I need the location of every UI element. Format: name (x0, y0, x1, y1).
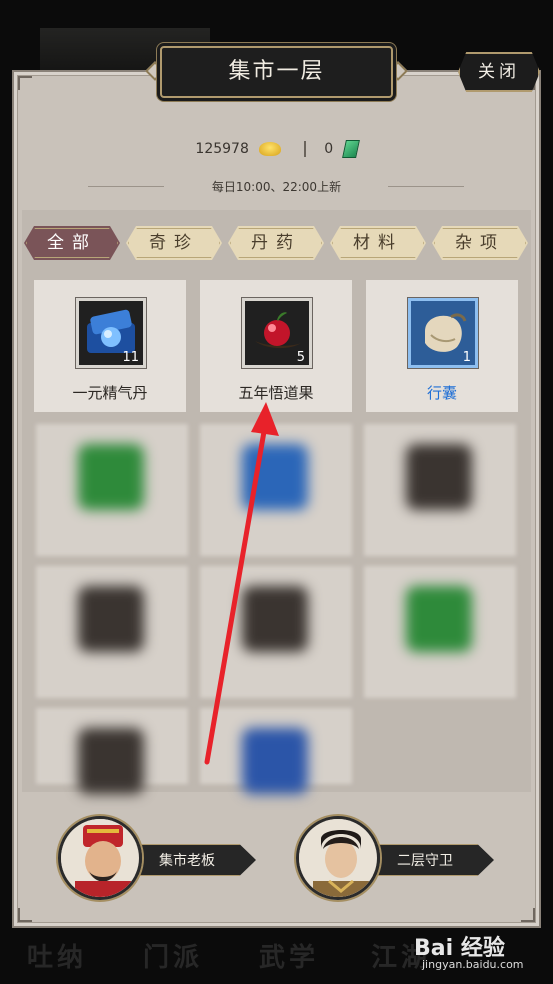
blurred-item[interactable] (200, 566, 352, 698)
npc-second-floor-guard[interactable]: 二层守卫 (296, 816, 496, 902)
blurred-item[interactable] (364, 424, 516, 556)
item-count: 1 (462, 350, 471, 365)
tab-materials[interactable]: 材料 (330, 226, 426, 260)
item-name: 五年悟道果 (238, 384, 314, 402)
tab-all[interactable]: 全部 (24, 226, 120, 260)
npc-market-boss[interactable]: 集市老板 (58, 816, 258, 902)
merchant-avatar-icon (58, 816, 142, 900)
refresh-note: 每日10:00、22:00上新 (211, 180, 342, 194)
item-slot: 11 (76, 298, 146, 368)
page-title: 集市一层 (160, 46, 393, 98)
item-card[interactable]: 11 一元精气丹 (34, 280, 186, 412)
watermark-url: jingyan.baidu.com (422, 958, 524, 971)
nav-item-tuna[interactable]: 吐纳 (12, 934, 102, 982)
blurred-item[interactable] (36, 424, 188, 556)
nav-item-wuxue[interactable]: 武学 (244, 934, 334, 982)
blurred-item[interactable] (36, 708, 188, 794)
item-count: 11 (122, 350, 139, 365)
item-name: 行囊 (426, 384, 457, 402)
tab-misc[interactable]: 杂项 (432, 226, 528, 260)
jade-amount: 0 (324, 141, 334, 157)
blurred-item[interactable] (364, 566, 516, 698)
item-count: 5 (296, 350, 305, 365)
blurred-item[interactable] (200, 424, 352, 556)
tab-pills[interactable]: 丹药 (228, 226, 324, 260)
close-button[interactable]: 关闭 (458, 52, 540, 92)
tab-rare[interactable]: 奇珍 (126, 226, 222, 260)
divider (303, 141, 306, 157)
gold-amount: 125978 (195, 141, 249, 157)
category-tabs: 全部 奇珍 丹药 材料 杂项 (24, 226, 532, 262)
item-card[interactable]: 1 行囊 (366, 280, 518, 412)
item-slot: 5 (242, 298, 312, 368)
blurred-item[interactable] (200, 708, 352, 794)
gold-ingot-icon (259, 142, 282, 156)
item-slot: 1 (408, 298, 478, 368)
item-card[interactable]: 5 五年悟道果 (200, 280, 352, 412)
nav-item-menpai[interactable]: 门派 (128, 934, 218, 982)
currency-row: 125978 0 (0, 140, 553, 166)
guard-avatar-icon (296, 816, 380, 900)
blurred-item[interactable] (36, 566, 188, 698)
item-name: 一元精气丹 (72, 384, 148, 402)
jade-icon (341, 140, 360, 158)
